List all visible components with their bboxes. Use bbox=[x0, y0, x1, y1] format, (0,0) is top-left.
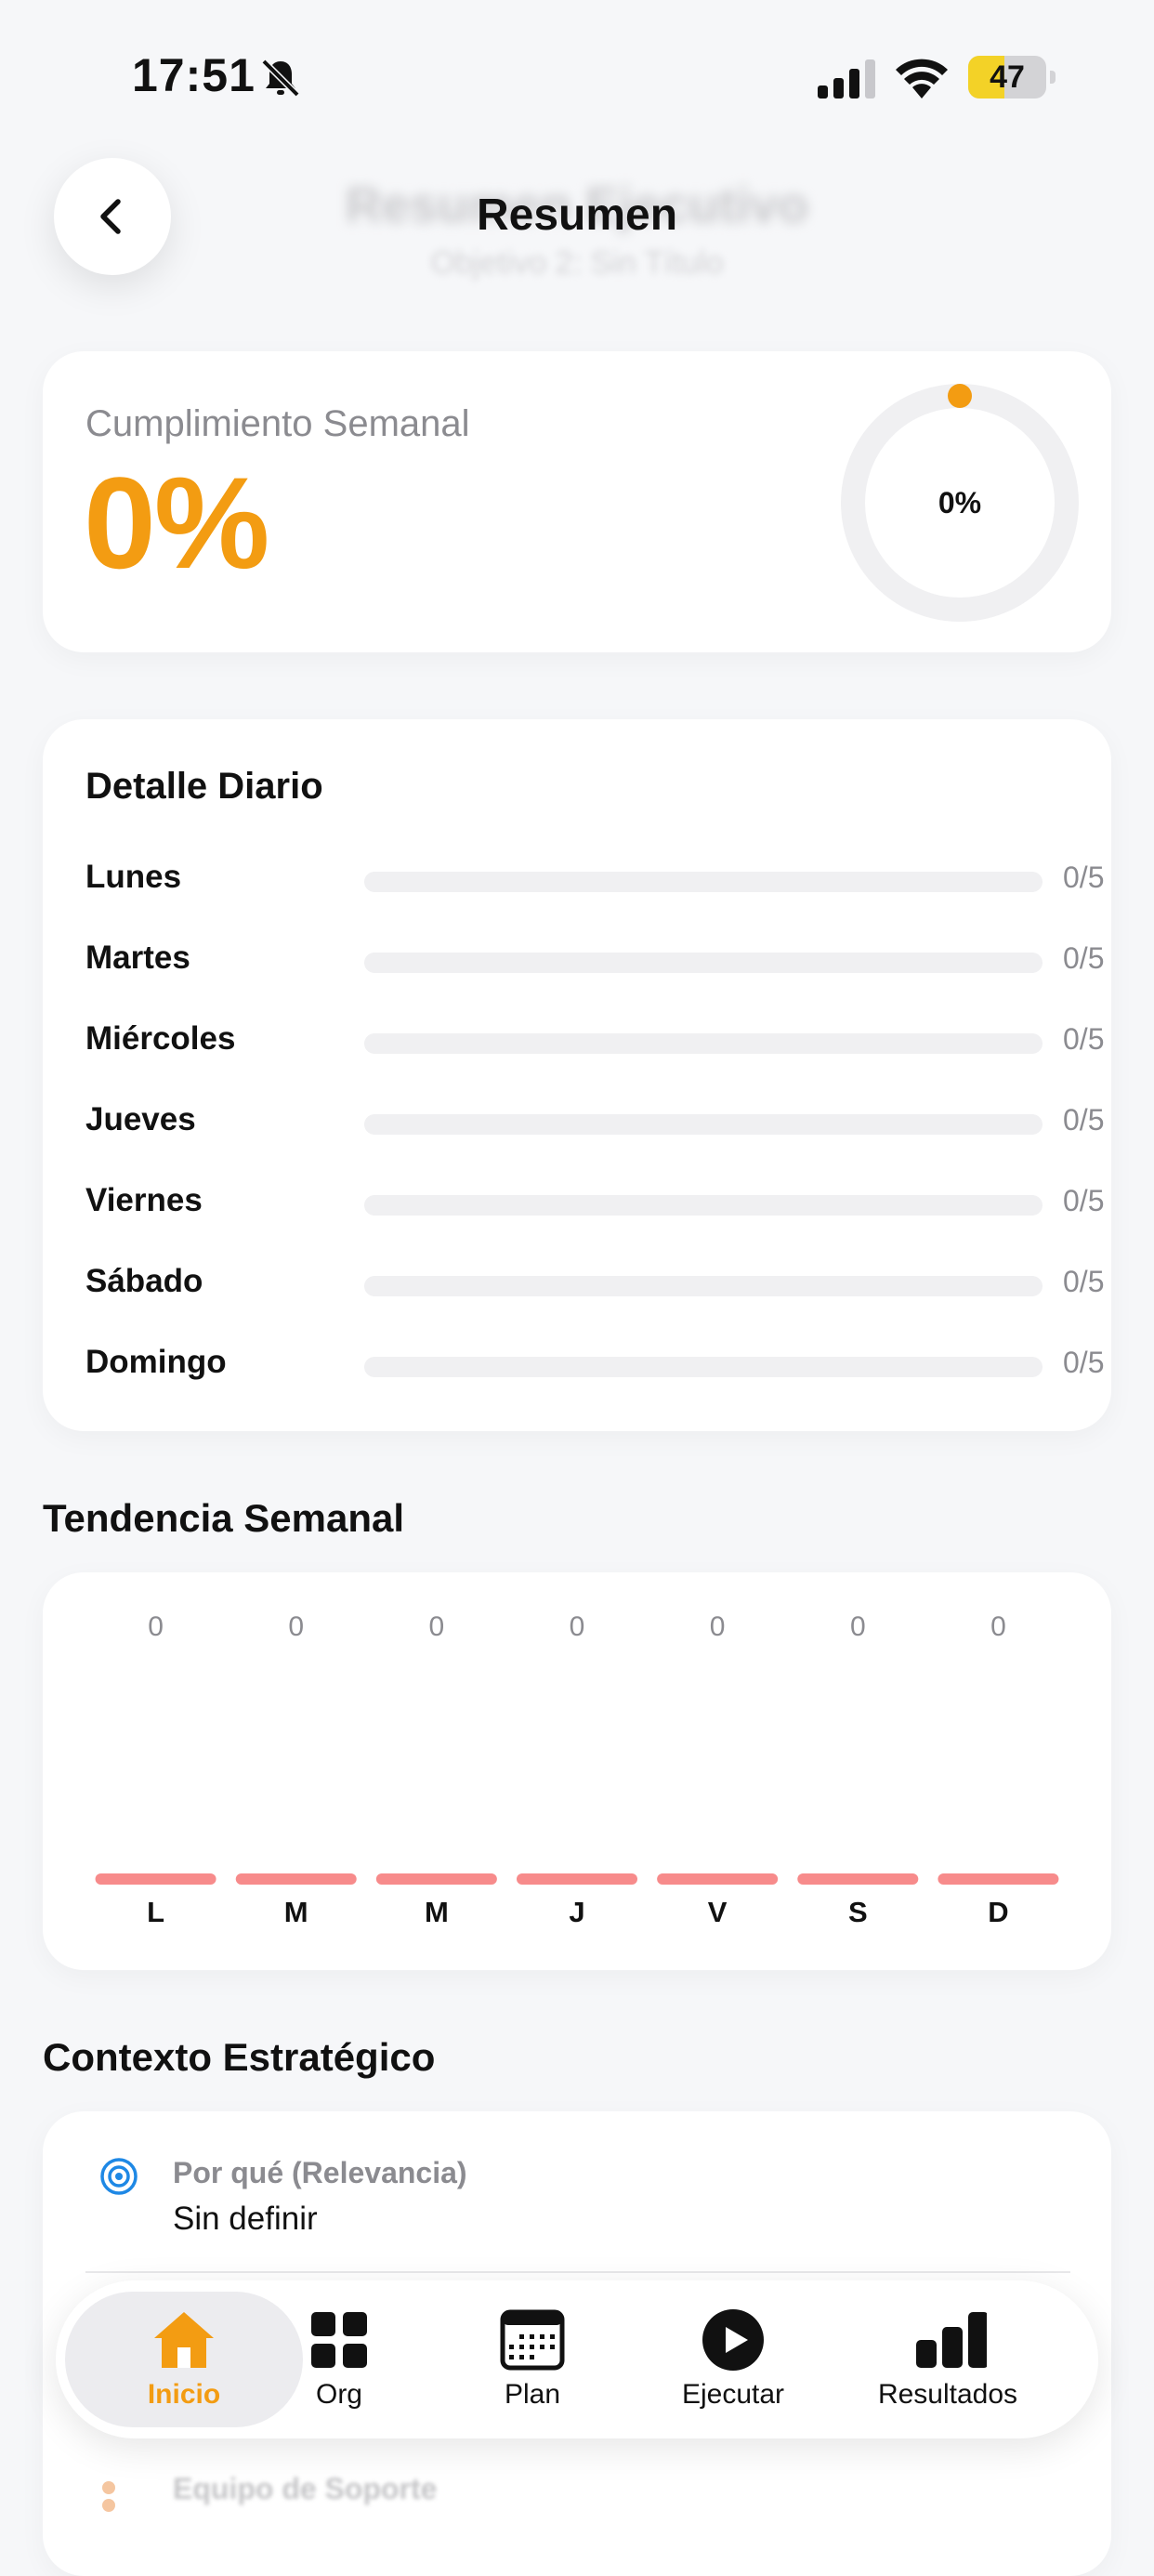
trend-tick-label: M bbox=[425, 1896, 449, 1928]
daily-row: Miércoles 0/5 bbox=[85, 1011, 1104, 1067]
day-progress-bar bbox=[364, 1114, 1043, 1135]
tab-label: Org bbox=[315, 2379, 362, 2410]
day-progress-bar bbox=[364, 953, 1043, 973]
day-label: Viernes bbox=[85, 1182, 203, 1218]
day-count: 0/5 bbox=[1063, 941, 1105, 975]
tab-resultados[interactable]: Resultados bbox=[836, 2280, 1059, 2438]
trend-tick-label: J bbox=[569, 1896, 584, 1928]
day-progress-bar bbox=[364, 1033, 1043, 1054]
daily-row: Jueves 0/5 bbox=[85, 1092, 1104, 1148]
trend-tick-label: V bbox=[708, 1896, 728, 1928]
day-label: Sábado bbox=[85, 1263, 203, 1299]
tab-label: Ejecutar bbox=[681, 2379, 785, 2410]
tab-label: Resultados bbox=[877, 2379, 1018, 2410]
grid-icon bbox=[311, 2312, 367, 2368]
day-count: 0/5 bbox=[1063, 1022, 1105, 1056]
context-item-label: Por qué (Relevancia) bbox=[173, 2156, 467, 2189]
battery-indicator: 47 bbox=[968, 56, 1056, 99]
tab-org[interactable]: Org bbox=[253, 2280, 426, 2438]
day-progress-bar bbox=[364, 1357, 1043, 1377]
cellular-signal-icon bbox=[818, 59, 875, 99]
day-label: Lunes bbox=[85, 859, 182, 895]
trend-value-label: 0 bbox=[710, 1611, 726, 1642]
calendar-icon bbox=[500, 2309, 565, 2371]
weekly-compliance-card: Cumplimiento Semanal 0% 0% bbox=[43, 351, 1111, 652]
context-section-title: Contexto Estratégico bbox=[43, 2035, 436, 2079]
trend-tick-label: L bbox=[147, 1896, 164, 1928]
tab-plan[interactable]: Plan bbox=[446, 2280, 619, 2438]
daily-row: Viernes 0/5 bbox=[85, 1173, 1104, 1229]
status-time: 17:51 bbox=[132, 49, 256, 101]
trend-value-label: 0 bbox=[429, 1611, 445, 1642]
day-label: Jueves bbox=[85, 1101, 196, 1137]
trend-bar bbox=[657, 1873, 779, 1885]
trend-value-label: 0 bbox=[148, 1611, 164, 1642]
trend-bar bbox=[938, 1873, 1059, 1885]
team-dots-icon bbox=[102, 2481, 136, 2512]
day-progress-bar bbox=[364, 872, 1043, 892]
tab-ejecutar[interactable]: Ejecutar bbox=[636, 2280, 831, 2438]
context-item-label-faded: Equipo de Soporte bbox=[173, 2472, 438, 2505]
page-title: Resumen bbox=[476, 191, 678, 240]
daily-row: Domingo 0/5 bbox=[85, 1334, 1104, 1390]
tab-label: Plan bbox=[504, 2379, 561, 2410]
day-label: Domingo bbox=[85, 1344, 227, 1380]
target-icon bbox=[100, 2158, 138, 2195]
trend-bar bbox=[517, 1873, 637, 1885]
daily-detail-title: Detalle Diario bbox=[85, 766, 323, 807]
day-progress-bar bbox=[364, 1195, 1043, 1216]
day-count: 0/5 bbox=[1063, 1184, 1105, 1217]
battery-level: 47 bbox=[990, 59, 1025, 95]
trend-bar bbox=[95, 1873, 216, 1885]
play-icon bbox=[702, 2309, 764, 2371]
back-button[interactable] bbox=[54, 158, 171, 275]
daily-row: Sábado 0/5 bbox=[85, 1254, 1104, 1309]
daily-row: Lunes 0/5 bbox=[85, 849, 1104, 905]
home-icon bbox=[154, 2312, 214, 2368]
trend-tick-label: M bbox=[284, 1896, 308, 1928]
daily-detail-card: Detalle Diario Lunes 0/5 Martes 0/5 Miér… bbox=[43, 719, 1111, 1431]
trend-bar bbox=[235, 1873, 357, 1885]
weekly-trend-chart: 0 L 0 M 0 M 0 J 0 V 0 S 0 D bbox=[95, 1611, 1059, 1928]
context-item-value: Sin definir bbox=[173, 2201, 318, 2237]
weekly-trend-card: 0 L 0 M 0 M 0 J 0 V 0 S 0 D bbox=[43, 1572, 1111, 1970]
trend-tick-label: S bbox=[848, 1896, 868, 1928]
trend-tick-label: D bbox=[988, 1896, 1008, 1928]
trend-section-title: Tendencia Semanal bbox=[43, 1496, 405, 1540]
underlay-subtitle: Objetivo 2: Sin Título bbox=[430, 245, 724, 281]
bar-chart-icon bbox=[916, 2312, 987, 2368]
bottom-tab-bar: Inicio Org Plan Ejecutar Resultados bbox=[56, 2280, 1098, 2438]
bell-muted-icon bbox=[261, 59, 300, 98]
day-count: 0/5 bbox=[1063, 1103, 1105, 1137]
day-progress-bar bbox=[364, 1276, 1043, 1296]
trend-value-label: 0 bbox=[990, 1611, 1006, 1642]
daily-row: Martes 0/5 bbox=[85, 930, 1104, 986]
progress-ring-label: 0% bbox=[938, 486, 982, 519]
chevron-left-icon bbox=[100, 199, 121, 234]
trend-bar bbox=[797, 1873, 919, 1885]
trend-value-label: 0 bbox=[850, 1611, 866, 1642]
day-count: 0/5 bbox=[1063, 861, 1105, 894]
trend-value-label: 0 bbox=[288, 1611, 304, 1642]
trend-value-label: 0 bbox=[570, 1611, 585, 1642]
day-count: 0/5 bbox=[1063, 1265, 1105, 1298]
trend-bar bbox=[375, 1873, 497, 1885]
day-label: Miércoles bbox=[85, 1020, 236, 1057]
day-count: 0/5 bbox=[1063, 1346, 1105, 1379]
status-bar: 17:51 47 bbox=[0, 0, 1154, 149]
weekly-compliance-value: 0% bbox=[84, 450, 269, 596]
wifi-icon bbox=[896, 59, 948, 99]
day-label: Martes bbox=[85, 940, 190, 976]
nav-header: Resumen Ejecutivo Objetivo 2: Sin Título… bbox=[0, 149, 1154, 335]
divider bbox=[85, 2271, 1070, 2273]
weekly-compliance-label: Cumplimiento Semanal bbox=[85, 403, 470, 444]
